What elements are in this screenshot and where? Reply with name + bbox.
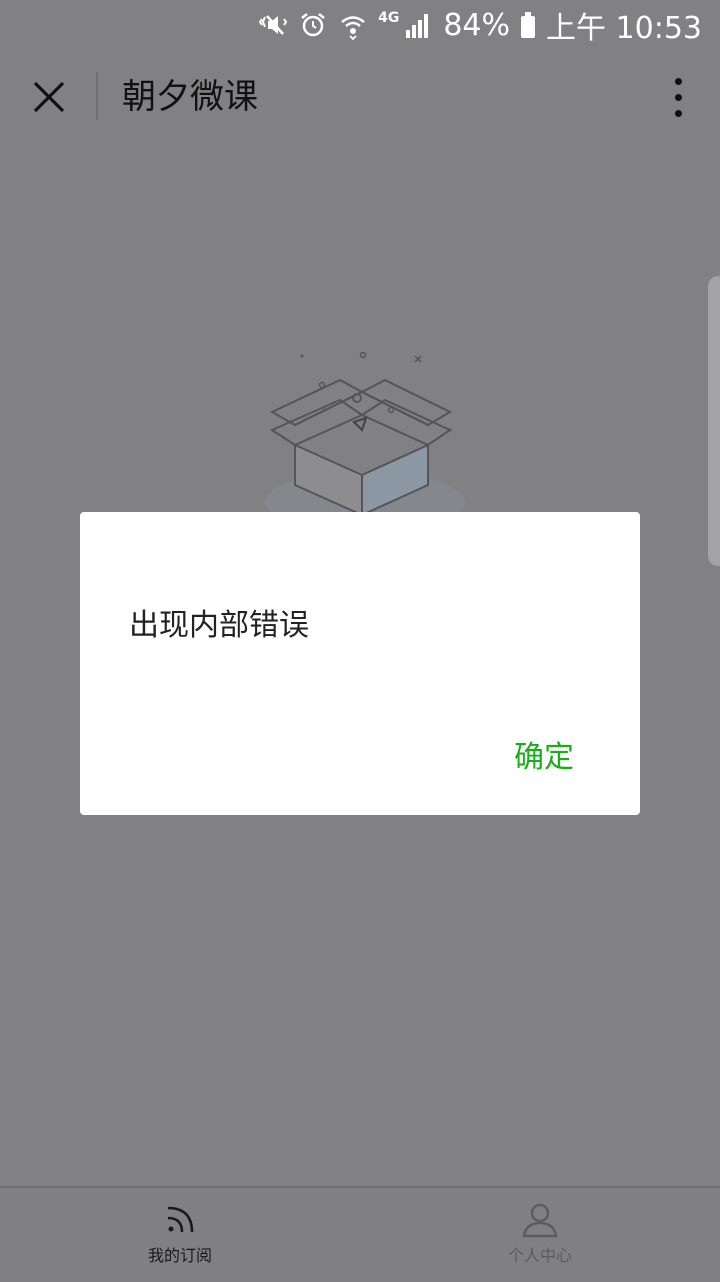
dialog-message: 出现内部错误 [129,608,309,643]
battery-percent: 84% [443,7,510,43]
tab-my-subscriptions[interactable]: 我的订阅 [80,1200,280,1276]
close-icon [33,81,65,113]
more-icon [674,77,682,85]
title-bar: 朝夕微课 [0,50,720,144]
tab-label: 我的订阅 [147,1246,212,1265]
rss-icon [167,1206,194,1233]
confirm-button[interactable]: 确定 [514,732,574,776]
signal-icon [406,14,429,38]
more-icon-dot [674,93,682,101]
tab-personal-center[interactable]: 个人中心 [440,1200,640,1276]
error-dialog: 出现内部错误 确定 [80,512,640,815]
network-type: 4G [378,10,400,26]
app-screen: 4G 84% 上午 10:53 朝夕微课 出现内部错误 确定 我的订阅 个人中心 [0,0,720,1282]
battery-icon [520,12,536,38]
mute-vibrate-icon [258,15,288,35]
more-icon-dot [674,109,682,117]
page-title: 朝夕微课 [122,77,258,117]
status-bar: 4G 84% 上午 10:53 [0,0,720,50]
title-divider [96,72,98,120]
status-icons: 4G 84% 上午 10:53 [258,7,702,46]
wifi-icon [341,16,365,40]
alarm-icon [301,13,325,37]
person-icon [522,1203,558,1238]
bottom-tab-bar: 我的订阅 个人中心 [0,1186,720,1282]
close-button[interactable] [24,72,74,122]
more-button[interactable] [666,72,690,122]
tab-label: 个人中心 [507,1246,572,1265]
clock: 上午 10:53 [546,11,702,46]
side-panel-handle[interactable] [708,276,720,566]
